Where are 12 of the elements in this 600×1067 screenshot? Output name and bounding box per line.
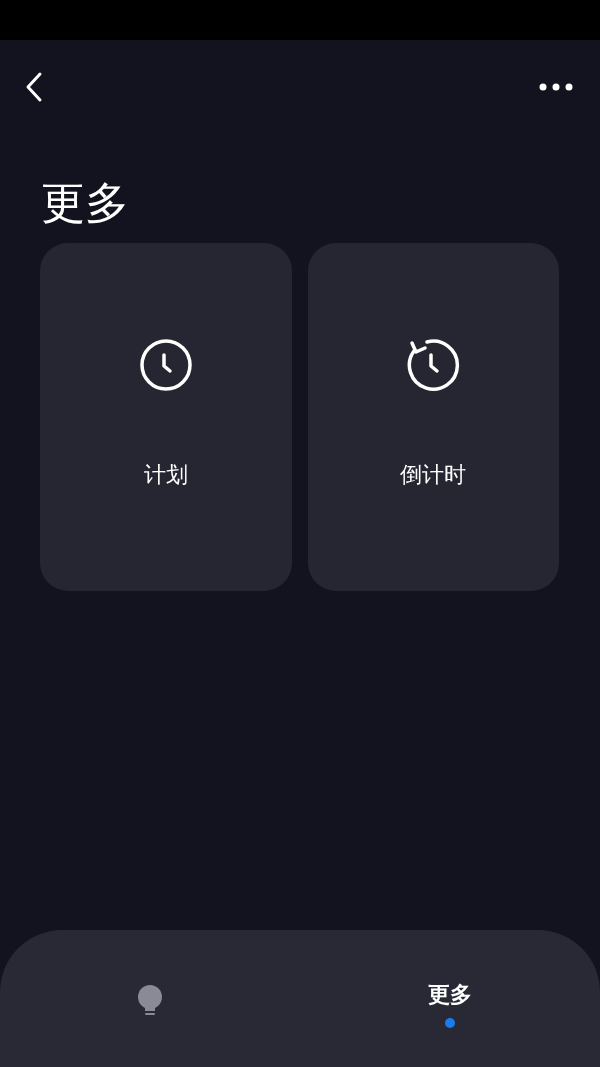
- tab-label[interactable]: 更多: [428, 980, 472, 1010]
- lightbulb-icon[interactable]: [137, 985, 163, 1017]
- plan-card[interactable]: 计划: [40, 243, 292, 591]
- page-title: 更多: [41, 176, 130, 230]
- selected-dot: [445, 1018, 455, 1028]
- clock-icon: [138, 338, 193, 392]
- back-icon[interactable]: [24, 71, 44, 103]
- countdown-icon: [406, 338, 461, 392]
- card-label: 倒计时: [400, 461, 467, 489]
- more-icon[interactable]: [539, 83, 573, 91]
- countdown-card[interactable]: 倒计时: [307, 243, 559, 591]
- card-label: 计划: [143, 461, 188, 489]
